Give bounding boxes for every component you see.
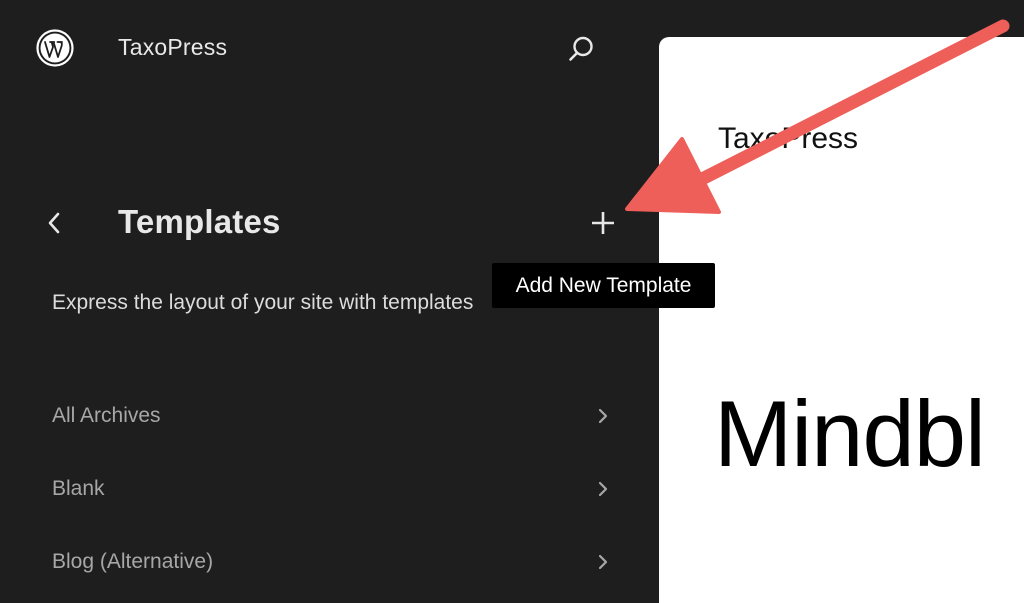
wordpress-logo-icon[interactable] xyxy=(36,29,74,67)
add-new-template-tooltip: Add New Template xyxy=(492,263,715,308)
add-new-template-button[interactable] xyxy=(589,209,617,237)
template-item-label: All Archives xyxy=(52,404,161,427)
template-item-all-archives[interactable]: All Archives xyxy=(52,396,622,436)
page-title: Templates xyxy=(118,203,281,240)
template-item-label: Blog (Alternative) xyxy=(52,550,214,573)
chevron-left-icon xyxy=(48,212,60,234)
template-preview-canvas[interactable]: TaxoPress Mindbl xyxy=(659,37,1024,603)
template-item-label: Blank xyxy=(52,477,105,500)
template-item-blog-alternative[interactable]: Blog (Alternative) xyxy=(52,542,622,582)
chevron-right-icon xyxy=(598,554,608,570)
chevron-right-icon xyxy=(598,408,608,424)
template-item-blank[interactable]: Blank xyxy=(52,469,622,509)
search-icon[interactable] xyxy=(566,34,596,64)
chevron-right-icon xyxy=(598,481,608,497)
panel-description: Express the layout of your site with tem… xyxy=(52,291,474,314)
plus-icon xyxy=(592,212,614,234)
preview-site-title: TaxoPress xyxy=(718,122,859,155)
back-button[interactable] xyxy=(44,210,66,236)
site-title[interactable]: TaxoPress xyxy=(118,34,227,61)
site-editor: TaxoPress Templates Add New Template Exp… xyxy=(0,0,1024,603)
preview-heading: Mindbl xyxy=(714,381,986,486)
